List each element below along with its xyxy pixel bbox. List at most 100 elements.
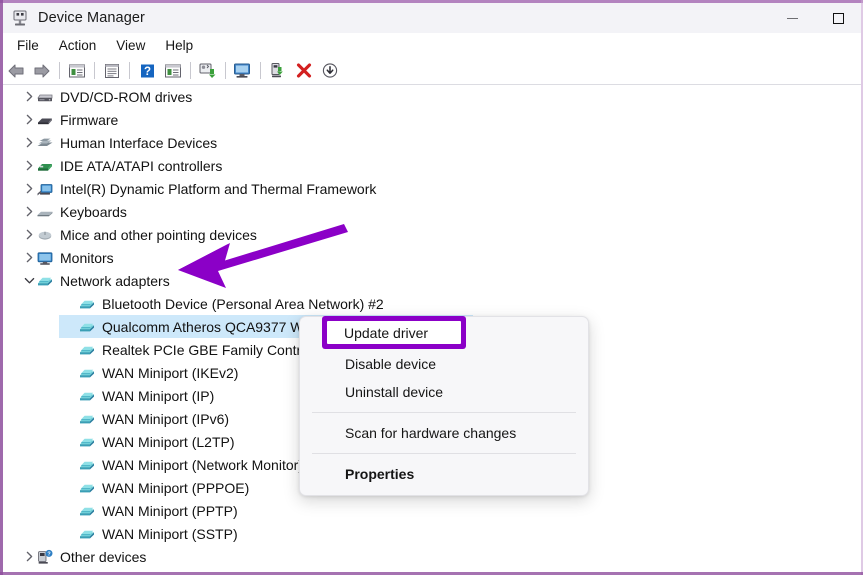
tree-row[interactable]: Ports (COM & LPT) <box>3 568 861 573</box>
tree-row-label: DVD/CD-ROM drives <box>60 88 193 105</box>
context-menu-item-disable-device[interactable]: Disable device <box>300 350 588 378</box>
chevron-right-icon[interactable] <box>22 160 36 171</box>
chevron-right-icon[interactable] <box>22 252 36 263</box>
firmware-icon <box>36 112 54 128</box>
menu-item-file[interactable]: File <box>7 36 49 55</box>
tree-row[interactable]: WAN Miniport (PPTP) <box>3 499 861 522</box>
network-adapter-icon <box>36 273 54 289</box>
maximize-icon <box>832 12 844 24</box>
tree-row[interactable]: Firmware <box>3 108 861 131</box>
maximize-button[interactable] <box>815 3 861 33</box>
context-menu-item-properties[interactable]: Properties <box>300 460 588 488</box>
tree-row-label: Intel(R) Dynamic Platform and Thermal Fr… <box>60 180 377 197</box>
dvd-drive-icon <box>36 89 54 105</box>
update-driver-highlight-label: Update driver <box>327 321 461 344</box>
show-hide-console-tree-icon[interactable] <box>65 60 89 82</box>
tree-row[interactable]: IDE ATA/ATAPI controllers <box>3 154 861 177</box>
minimize-button[interactable] <box>769 3 815 33</box>
context-menu-separator <box>312 412 576 413</box>
mouse-icon <box>36 227 54 243</box>
tree-row[interactable]: DVD/CD-ROM drives <box>3 85 861 108</box>
tree-row-label: Other devices <box>60 548 147 565</box>
update-driver-highlight-box: Update driver <box>322 316 466 349</box>
tree-row-label: WAN Miniport (IKEv2) <box>102 364 239 381</box>
tree-row-label: Human Interface Devices <box>60 134 218 151</box>
ide-controller-icon <box>36 158 54 174</box>
tree-row[interactable]: WAN Miniport (SSTP) <box>3 522 861 545</box>
tree-row-label: IDE ATA/ATAPI controllers <box>60 157 223 174</box>
menu-bar: File Action View Help <box>3 33 861 58</box>
hid-icon <box>36 135 54 151</box>
properties-icon[interactable] <box>100 60 124 82</box>
keyboard-icon <box>36 204 54 220</box>
uninstall-device-icon[interactable] <box>292 60 316 82</box>
menu-item-view[interactable]: View <box>106 36 155 55</box>
network-adapter-icon <box>78 296 96 312</box>
tree-row-label: Firmware <box>60 111 119 128</box>
chevron-right-icon[interactable] <box>22 229 36 240</box>
menu-item-help[interactable]: Help <box>155 36 203 55</box>
back-arrow-icon[interactable] <box>4 60 28 82</box>
tree-row-label: Mice and other pointing devices <box>60 226 257 243</box>
toolbar: ? <box>3 57 861 85</box>
chevron-right-icon[interactable] <box>22 91 36 102</box>
chevron-right-icon[interactable] <box>22 551 36 562</box>
view-list-icon[interactable] <box>161 60 185 82</box>
thermal-framework-icon <box>36 181 54 197</box>
tree-row[interactable]: Monitors <box>3 246 861 269</box>
network-adapter-icon <box>78 342 96 358</box>
enable-device-icon[interactable] <box>266 60 290 82</box>
chevron-right-icon[interactable] <box>22 183 36 194</box>
network-adapter-icon <box>78 365 96 381</box>
network-adapter-icon <box>78 526 96 542</box>
tree-row-label: WAN Miniport (IP) <box>102 387 215 404</box>
toolbar-separator <box>94 62 95 79</box>
tree-row-label: Ports (COM & LPT) <box>60 572 181 573</box>
tree-row[interactable]: ? Other devices <box>3 545 861 568</box>
chevron-right-icon[interactable] <box>22 114 36 125</box>
tree-row-label: WAN Miniport (SSTP) <box>102 525 238 542</box>
device-manager-icon <box>11 9 29 27</box>
chevron-right-icon[interactable] <box>22 206 36 217</box>
tree-row[interactable]: Intel(R) Dynamic Platform and Thermal Fr… <box>3 177 861 200</box>
tree-row-label: Monitors <box>60 249 114 266</box>
tree-row-label: Realtek PCIe GBE Family Controller <box>102 341 328 358</box>
tree-row-label: WAN Miniport (IPv6) <box>102 410 230 427</box>
scan-hardware-changes-icon[interactable] <box>196 60 220 82</box>
tree-row[interactable]: Keyboards <box>3 200 861 223</box>
svg-text:?: ? <box>47 551 50 557</box>
network-adapter-icon <box>78 319 96 335</box>
tree-row[interactable]: Human Interface Devices <box>3 131 861 154</box>
chevron-down-icon[interactable] <box>22 276 36 285</box>
toolbar-separator <box>190 62 191 79</box>
context-menu-item-scan-for-hardware-changes[interactable]: Scan for hardware changes <box>300 419 588 447</box>
window-controls <box>769 3 861 33</box>
minimize-icon <box>786 17 798 19</box>
tree-row-label: Qualcomm Atheros QCA9377 W <box>102 318 304 335</box>
network-adapter-icon <box>78 388 96 404</box>
disable-device-icon[interactable] <box>318 60 342 82</box>
tree-row[interactable]: Network adapters <box>3 269 861 292</box>
context-menu-item-uninstall-device[interactable]: Uninstall device <box>300 378 588 406</box>
tree-row-label: WAN Miniport (PPTP) <box>102 502 238 519</box>
toolbar-separator <box>59 62 60 79</box>
tree-row-label: WAN Miniport (PPPOE) <box>102 479 250 496</box>
toolbar-separator <box>129 62 130 79</box>
tree-row-label: Keyboards <box>60 203 127 220</box>
other-device-icon: ? <box>36 549 54 565</box>
update-driver-icon[interactable] <box>231 60 255 82</box>
help-icon[interactable]: ? <box>135 60 159 82</box>
network-adapter-icon <box>78 503 96 519</box>
title-bar: Device Manager <box>3 3 861 33</box>
tree-row-label: WAN Miniport (Network Monitor) <box>102 456 303 473</box>
tree-row[interactable]: Mice and other pointing devices <box>3 223 861 246</box>
chevron-right-icon[interactable] <box>22 137 36 148</box>
tree-row[interactable]: Bluetooth Device (Personal Area Network)… <box>3 292 861 315</box>
menu-item-action[interactable]: Action <box>49 36 107 55</box>
network-adapter-icon <box>78 480 96 496</box>
ports-icon <box>36 572 54 573</box>
toolbar-separator <box>225 62 226 79</box>
context-menu-separator <box>312 453 576 454</box>
window-title: Device Manager <box>38 10 145 26</box>
forward-arrow-icon[interactable] <box>30 60 54 82</box>
